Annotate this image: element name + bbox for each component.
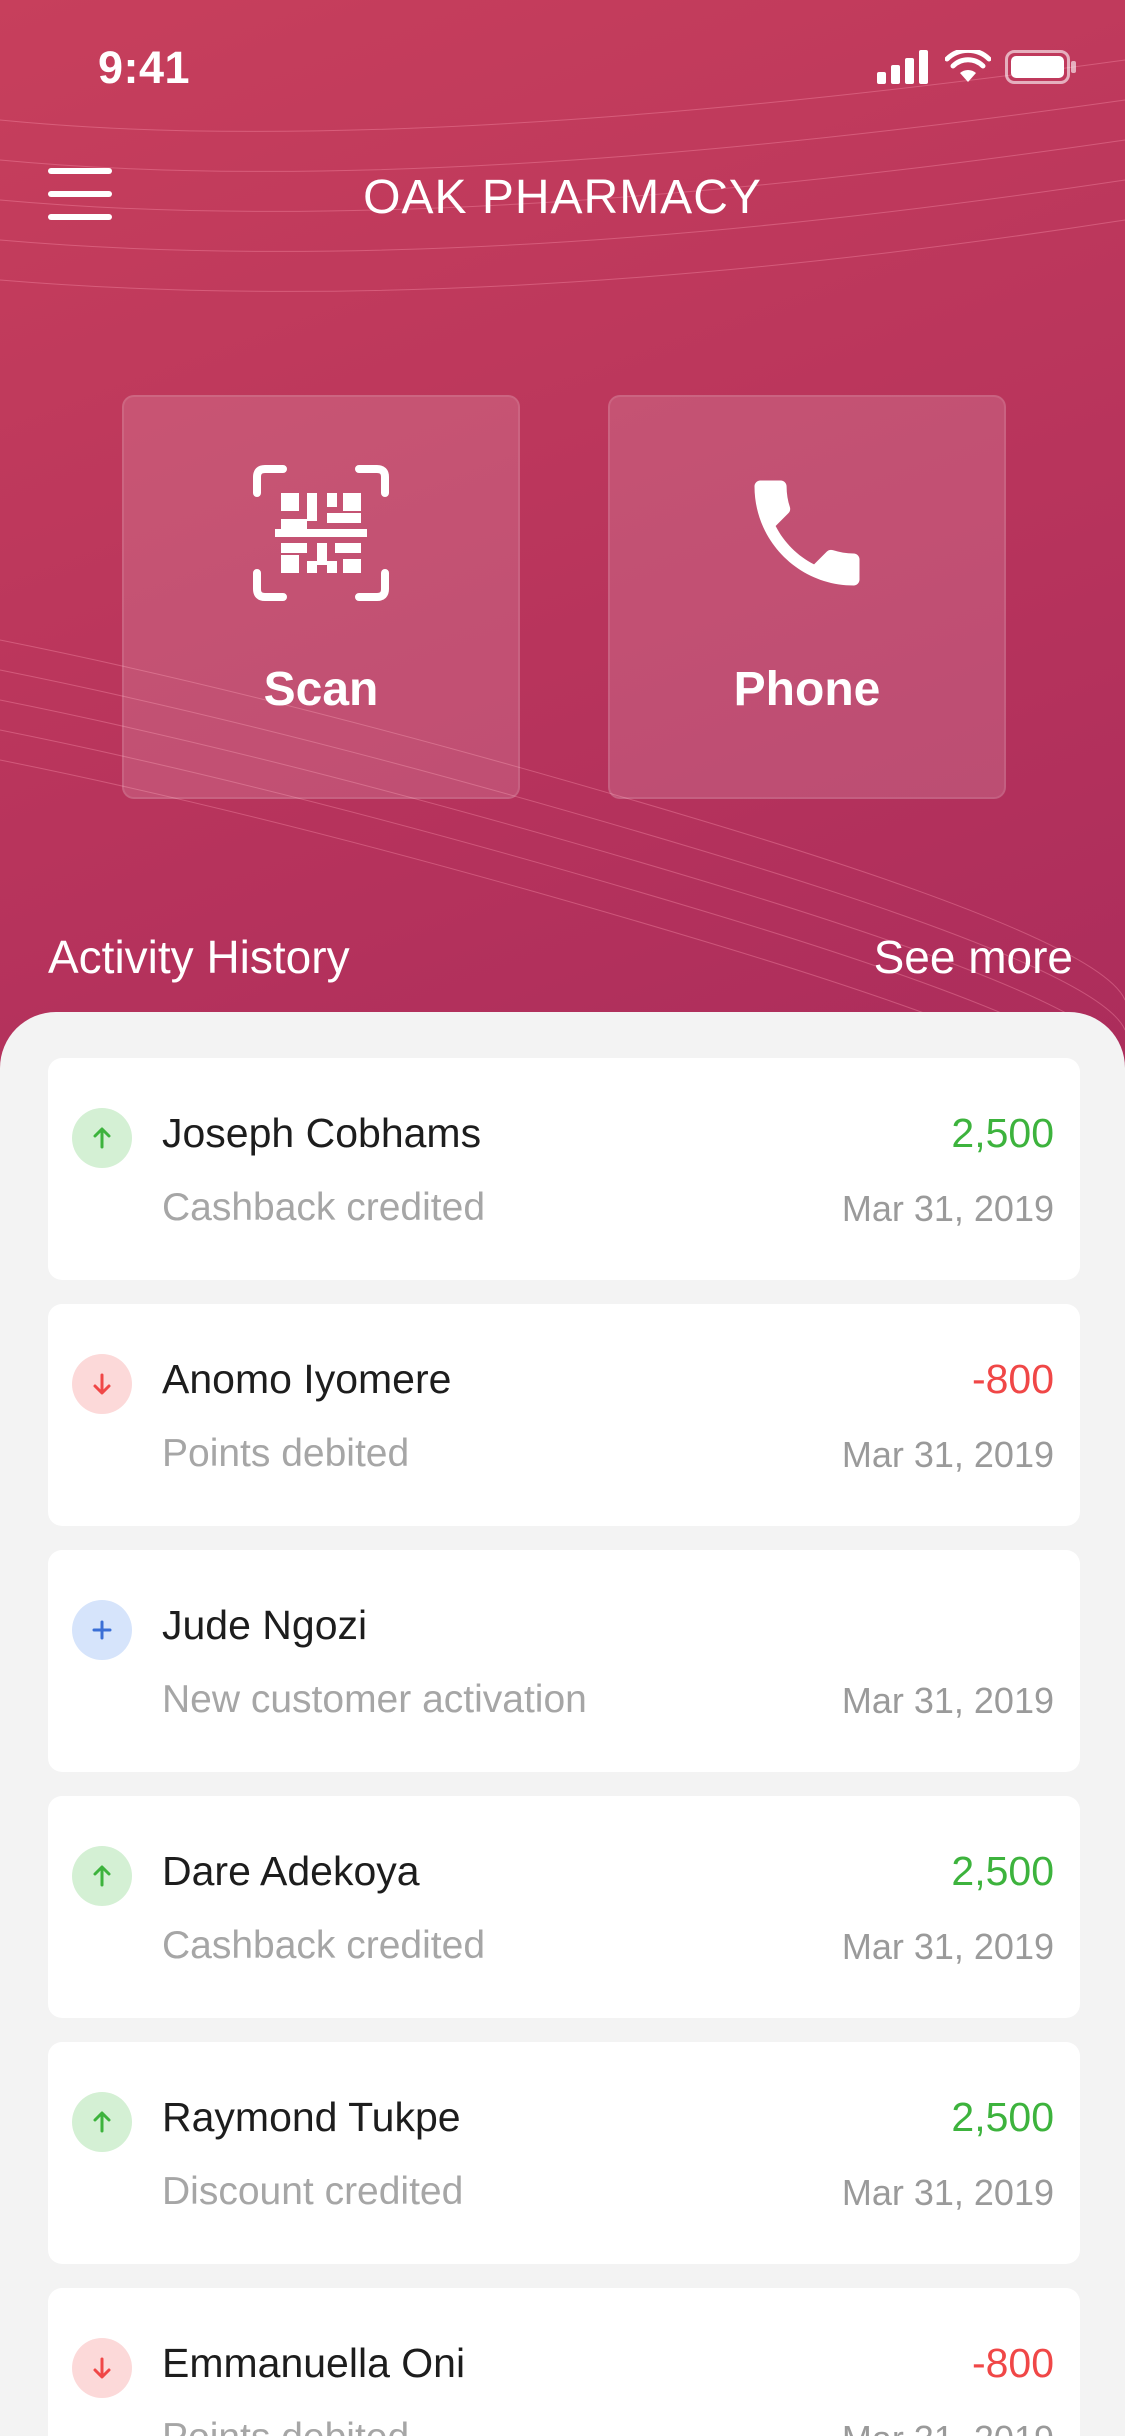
activity-item[interactable]: Jude Ngozi New customer activation Mar 3… bbox=[48, 1550, 1080, 1772]
arrow-down-icon bbox=[72, 1354, 132, 1414]
battery-icon bbox=[1005, 50, 1076, 84]
activity-description: Cashback credited bbox=[162, 1924, 486, 1967]
activity-date: Mar 31, 2019 bbox=[841, 1680, 1054, 1721]
qr-scan-icon bbox=[253, 465, 389, 601]
activity-description: New customer activation bbox=[162, 1678, 587, 1721]
activity-amount: -800 bbox=[971, 2340, 1054, 2386]
phone-icon bbox=[754, 480, 860, 586]
activity-date: Mar 31, 2019 bbox=[841, 1926, 1054, 1967]
activity-item[interactable]: Dare Adekoya Cashback credited 2,500 Mar… bbox=[48, 1796, 1080, 2018]
activity-date: Mar 31, 2019 bbox=[841, 1434, 1054, 1475]
scan-button[interactable]: Scan bbox=[122, 395, 520, 799]
activity-name: Dare Adekoya bbox=[162, 1848, 420, 1894]
activity-item[interactable]: Raymond Tukpe Discount credited 2,500 Ma… bbox=[48, 2042, 1080, 2264]
activity-item[interactable]: Joseph Cobhams Cashback credited 2,500 M… bbox=[48, 1058, 1080, 1280]
activity-name: Anomo Iyomere bbox=[162, 1356, 452, 1402]
activity-date: Mar 31, 2019 bbox=[842, 2418, 1054, 2436]
activity-description: Points debited bbox=[162, 1432, 410, 1475]
activity-amount: 2,500 bbox=[951, 1110, 1054, 1156]
phone-button[interactable]: Phone bbox=[608, 395, 1006, 799]
activity-list: Joseph Cobhams Cashback credited 2,500 M… bbox=[48, 1058, 1080, 2436]
phone-label: Phone bbox=[733, 663, 881, 716]
activity-description: Cashback credited bbox=[162, 1186, 486, 1229]
wifi-icon bbox=[945, 50, 991, 82]
activity-sheet: Joseph Cobhams Cashback credited 2,500 M… bbox=[0, 1012, 1125, 2436]
activity-name: Emmanuella Oni bbox=[162, 2340, 466, 2386]
status-bar: 9:41 bbox=[0, 0, 1125, 140]
plus-icon bbox=[72, 1600, 132, 1660]
activity-amount: 2,500 bbox=[951, 1848, 1054, 1894]
scan-label: Scan bbox=[263, 663, 379, 716]
activity-name: Raymond Tukpe bbox=[162, 2094, 461, 2140]
app-screen: 9:41 OAK PHARMACY Scan Phone Activity Hi… bbox=[0, 0, 1125, 2436]
arrow-up-icon bbox=[72, 1108, 132, 1168]
arrow-up-icon bbox=[72, 2092, 132, 2152]
see-more-link[interactable]: See more bbox=[874, 930, 1073, 984]
app-title: OAK PHARMACY bbox=[363, 171, 762, 224]
activity-item[interactable]: Emmanuella Oni Points debited -800 Mar 3… bbox=[48, 2288, 1080, 2436]
arrow-up-icon bbox=[72, 1846, 132, 1906]
activity-name: Jude Ngozi bbox=[162, 1602, 368, 1648]
activity-name: Joseph Cobhams bbox=[162, 1110, 482, 1156]
activity-date: Mar 31, 2019 bbox=[841, 1188, 1054, 1229]
activity-item[interactable]: Anomo Iyomere Points debited -800 Mar 31… bbox=[48, 1304, 1080, 1526]
activity-amount: 2,500 bbox=[951, 2094, 1054, 2140]
activity-history-title: Activity History bbox=[48, 931, 350, 983]
activity-description: Discount credited bbox=[162, 2170, 464, 2213]
status-time: 9:41 bbox=[98, 42, 191, 93]
cellular-signal-icon bbox=[877, 50, 928, 84]
activity-description: Points debited bbox=[162, 2416, 409, 2436]
arrow-down-icon bbox=[72, 2338, 132, 2398]
status-icons bbox=[877, 50, 1077, 84]
activity-date: Mar 31, 2019 bbox=[841, 2172, 1054, 2213]
activity-amount: -800 bbox=[971, 1356, 1054, 1402]
